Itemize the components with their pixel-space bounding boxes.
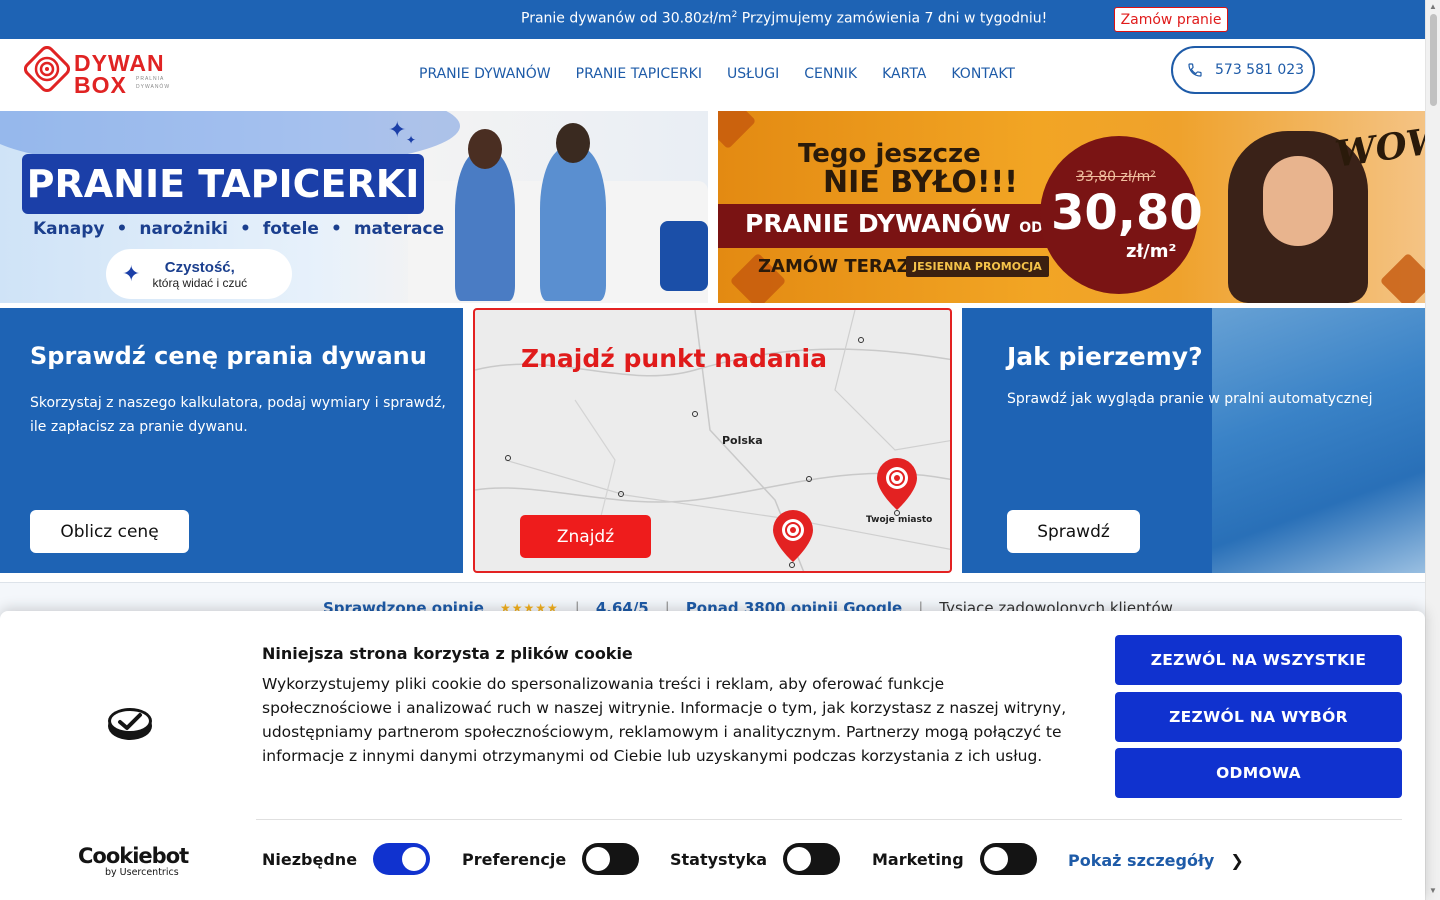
- woman-face-image: [1263, 156, 1333, 246]
- site-header: DYWAN BOX PRALNIA DYWANÓW PRANIE DYWANÓW…: [0, 39, 1425, 111]
- allow-all-button[interactable]: ZEZWÓL NA WSZYSTKIE: [1115, 635, 1402, 685]
- promo-line-2: NIE BYŁO!!!: [823, 165, 1018, 200]
- phone-number: 573 581 023: [1215, 62, 1305, 78]
- toggle-necessary[interactable]: Niezbędne: [262, 843, 431, 875]
- divider: [256, 819, 1402, 820]
- deny-button[interactable]: ODMOWA: [1115, 748, 1402, 798]
- card-text: Skorzystaj z naszego kalkulatora, podaj …: [30, 395, 446, 435]
- feature-materace: materace: [353, 219, 445, 239]
- person-image-man: [540, 147, 606, 301]
- calculate-price-button[interactable]: Oblicz cenę: [30, 510, 189, 553]
- order-button[interactable]: Zamów pranie: [1114, 7, 1228, 32]
- toggle-preferences[interactable]: Preferencje: [462, 843, 640, 875]
- necessary-switch[interactable]: [373, 843, 431, 875]
- statistics-switch[interactable]: [783, 843, 841, 875]
- scroll-down-icon[interactable]: ▼: [1429, 886, 1437, 895]
- new-price: 30,80: [1051, 185, 1203, 241]
- show-details-link[interactable]: Pokaż szczegóły ❯: [1068, 851, 1244, 870]
- phone-button[interactable]: 573 581 023: [1171, 46, 1315, 94]
- phone-icon: [1188, 63, 1202, 77]
- pill-title: Czystość,: [164, 258, 235, 276]
- map-pin-icon: [773, 510, 813, 562]
- check-button[interactable]: Sprawdź: [1007, 510, 1140, 553]
- scrollbar-thumb[interactable]: [1430, 14, 1437, 106]
- feature-narozniki: narożniki: [139, 219, 228, 239]
- upholstery-banner[interactable]: ✦ ✦ PRANIE TAPICERKI Kanapy • narożniki • …: [0, 111, 708, 303]
- main-nav: PRANIE DYWANÓW PRANIE TAPICERKI USŁUGI C…: [419, 66, 1040, 82]
- cookiebot-name: Cookiebot: [78, 844, 189, 868]
- cookie-title: Niniejsza strona korzysta z plików cooki…: [262, 644, 633, 663]
- cookiebot-logo[interactable]: Cookiebot by Usercentrics: [78, 844, 189, 878]
- map-label-country: Polska: [722, 434, 763, 447]
- person-head-man: [556, 123, 590, 163]
- person-head-woman: [468, 129, 502, 169]
- chevron-right-icon: ❯: [1230, 851, 1244, 870]
- cookie-text: Wykorzystujemy pliki cookie do spersonal…: [262, 675, 1067, 765]
- top-promo-bar: Pranie dywanów od 30.80zł/m2 Przyjmujemy…: [0, 0, 1425, 39]
- sparkle-icon: ✦: [122, 261, 141, 286]
- nav-uslugi[interactable]: USŁUGI: [727, 66, 779, 82]
- pill-subtitle: którą widać i czuć: [152, 275, 248, 290]
- logo[interactable]: DYWAN BOX PRALNIA DYWANÓW: [24, 44, 184, 100]
- logo-tagline-1: PRALNIA: [136, 76, 165, 82]
- marketing-switch[interactable]: [979, 843, 1037, 875]
- nav-karta[interactable]: KARTA: [882, 66, 926, 82]
- promo-order-now: ZAMÓW TERAZ: [758, 256, 910, 277]
- toggle-marketing[interactable]: Marketing: [872, 843, 1037, 875]
- carpet-promo-banner[interactable]: Tego jeszcze NIE BYŁO!!! PRANIE DYWANÓW …: [718, 111, 1425, 303]
- old-price: 33,80 zł/m²: [1076, 169, 1156, 185]
- how-we-wash-card: Jak pierzemy? Sprawdź jak wygląda pranie…: [962, 308, 1425, 573]
- nav-pranie-dywanow[interactable]: PRANIE DYWANÓW: [419, 66, 551, 82]
- allow-selection-button[interactable]: ZEZWÓL NA WYBÓR: [1115, 692, 1402, 742]
- nav-pranie-tapicerki[interactable]: PRANIE TAPICERKI: [576, 66, 702, 82]
- vacuum-cleaner-image: [660, 221, 708, 291]
- person-image-woman: [455, 151, 515, 301]
- banner-title: PRANIE TAPICERKI: [22, 154, 424, 214]
- cookie-logo-icon: [108, 708, 152, 740]
- logo-word-box: BOX: [74, 72, 127, 98]
- wow-text: WOW!: [1332, 116, 1425, 176]
- scroll-up-icon[interactable]: ▲: [1429, 2, 1437, 11]
- map-label-city: Twoje miasto: [866, 515, 933, 525]
- toggle-label: Niezbędne: [262, 849, 358, 869]
- cookiebot-by: by Usercentrics: [105, 867, 179, 878]
- preferences-switch[interactable]: [582, 843, 640, 875]
- card-text: Sprawdź jak wygląda pranie w pralni auto…: [1007, 391, 1373, 407]
- page-scrollbar[interactable]: ▲ ▼: [1425, 0, 1440, 900]
- leaf-decoration: [718, 111, 757, 150]
- leaf-decoration: [1379, 252, 1425, 303]
- feature-kanapy: Kanapy: [33, 219, 105, 239]
- details-label: Pokaż szczegóły: [1068, 851, 1215, 870]
- promo-text: Pranie dywanów od 30.80zł/m2 Przyjmujemy…: [521, 10, 1048, 27]
- feature-fotele: fotele: [262, 219, 319, 239]
- price-unit: zł/m²: [1126, 241, 1177, 262]
- banner-features: Kanapy • narożniki • fotele • materace: [33, 219, 445, 239]
- find-button[interactable]: Znajdź: [520, 515, 651, 558]
- card-title: Sprawdź cenę prania dywanu: [30, 342, 427, 370]
- promo-tag: JESIENNA PROMOCJA: [906, 256, 1049, 277]
- map-pin-icon: [877, 458, 917, 510]
- price-calculator-card: Sprawdź cenę prania dywanu Skorzystaj z …: [0, 308, 463, 573]
- nav-kontakt[interactable]: KONTAKT: [951, 66, 1015, 82]
- sparkle-icon: ✦: [406, 133, 417, 147]
- toggle-label: Preferencje: [462, 849, 567, 869]
- promo-pranie: PRANIE DYWANÓW OD: [745, 209, 1043, 238]
- card-title: Znajdź punkt nadania: [521, 344, 827, 373]
- toggle-label: Marketing: [872, 849, 964, 869]
- cookie-consent-dialog: Niniejsza strona korzysta z plików cooki…: [0, 611, 1425, 900]
- find-point-card: Znajdź punkt nadania Polska Twoje miasto…: [473, 308, 952, 573]
- sparkle-icon: ✦: [388, 117, 407, 142]
- logo-tagline-2: DYWANÓW: [136, 84, 171, 90]
- nav-cennik[interactable]: CENNIK: [804, 66, 857, 82]
- banner-pill: ✦ Czystość, którą widać i czuć: [106, 249, 292, 299]
- washing-machine-image: [1212, 308, 1425, 573]
- toggle-statistics[interactable]: Statystyka: [670, 843, 841, 875]
- toggle-label: Statystyka: [670, 849, 768, 869]
- card-title: Jak pierzemy?: [1007, 342, 1203, 371]
- logo-mark-icon: [24, 46, 70, 93]
